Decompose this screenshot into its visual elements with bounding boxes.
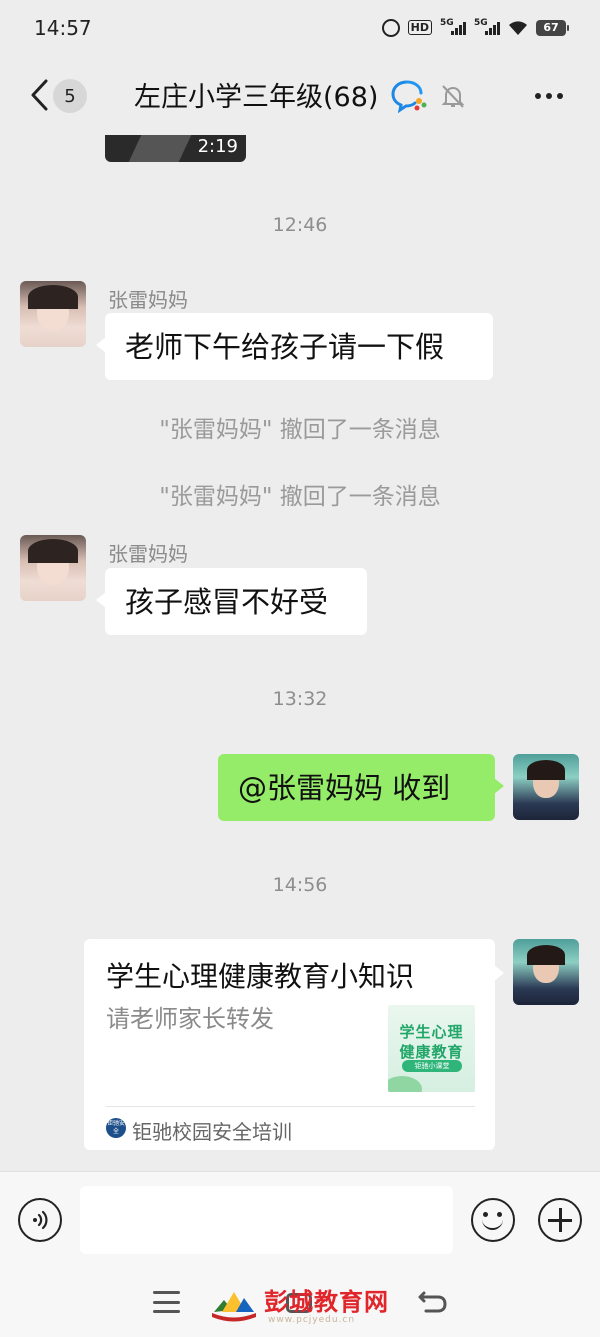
timestamp: 12:46: [272, 214, 328, 236]
wifi-icon: [508, 20, 528, 36]
emoji-icon[interactable]: [471, 1198, 515, 1242]
recall-notice: "张雷妈妈" 撤回了一条消息: [159, 417, 441, 443]
timestamp: 13:32: [272, 688, 328, 710]
source-account-icon: 钜驰安全: [106, 1118, 126, 1138]
watermark-logo-icon: [210, 1282, 258, 1322]
video-message-thumbnail[interactable]: 2:19: [105, 135, 246, 162]
recent-apps-icon[interactable]: [153, 1291, 180, 1313]
more-options-icon[interactable]: [535, 93, 563, 99]
alarm-icon: [381, 18, 400, 37]
sender-name: 张雷妈妈: [108, 288, 188, 312]
status-bar: 14:57 HD 5G 5G 67: [0, 0, 600, 55]
timestamp: 14:56: [272, 874, 328, 896]
my-message-bubble[interactable]: @张雷妈妈 收到: [218, 754, 504, 821]
system-nav-bar: 彭城教育网 www.pcjyedu.cn: [0, 1269, 600, 1337]
thumb-line-1: 学生心理: [399, 1023, 464, 1041]
hd-icon: HD: [407, 20, 432, 35]
my-avatar[interactable]: [513, 939, 579, 1005]
sender-avatar[interactable]: [20, 535, 86, 601]
battery-icon: 67: [536, 19, 569, 36]
thumb-tag: 钜驰小课堂: [402, 1060, 462, 1072]
chat-header: 5 左庄小学三年级(68): [0, 55, 600, 135]
sender-name: 张雷妈妈: [108, 542, 188, 566]
watermark-text: 彭城教育网: [264, 1288, 389, 1316]
wecom-icon: [391, 79, 427, 114]
watermark-url: www.pcjyedu.cn: [268, 1315, 356, 1325]
plus-icon[interactable]: [538, 1198, 582, 1242]
signal-icon-2: 5G: [474, 18, 500, 36]
status-time: 14:57: [34, 15, 92, 40]
link-card-title: 学生心理健康教育小知识: [106, 960, 415, 993]
sender-avatar[interactable]: [20, 281, 86, 347]
status-icons: HD 5G 5G 67: [381, 18, 569, 37]
my-avatar[interactable]: [513, 754, 579, 820]
message-bubble[interactable]: 老师下午给孩子请一下假: [96, 313, 493, 380]
card-divider: [106, 1106, 475, 1107]
unread-count-badge[interactable]: 5: [53, 79, 87, 113]
thumb-line-2: 健康教育: [399, 1043, 464, 1061]
signal-icon: 5G: [440, 18, 466, 36]
shared-link-card[interactable]: 学生心理健康教育小知识 请老师家长转发 学生心理 健康教育 钜驰小课堂 钜驰安全…: [84, 939, 504, 1150]
video-duration: 2:19: [197, 136, 238, 157]
thumb-leaf-decoration: [388, 1076, 422, 1092]
link-card-thumbnail: 学生心理 健康教育 钜驰小课堂: [388, 1005, 475, 1092]
watermark: 彭城教育网 www.pcjyedu.cn: [210, 1279, 389, 1325]
nav-back-icon[interactable]: [418, 1289, 448, 1315]
recall-notice: "张雷妈妈" 撤回了一条消息: [159, 484, 441, 510]
link-card-description: 请老师家长转发: [106, 1005, 274, 1033]
message-bubble[interactable]: 孩子感冒不好受: [96, 568, 367, 635]
message-input[interactable]: [80, 1186, 453, 1254]
input-bar: [0, 1171, 600, 1269]
back-arrow-icon[interactable]: [24, 77, 54, 113]
chat-title[interactable]: 左庄小学三年级(68): [134, 75, 378, 114]
mute-bell-icon: [439, 82, 467, 110]
voice-input-icon[interactable]: [18, 1198, 62, 1242]
source-account-name: 钜驰校园安全培训: [132, 1120, 292, 1144]
